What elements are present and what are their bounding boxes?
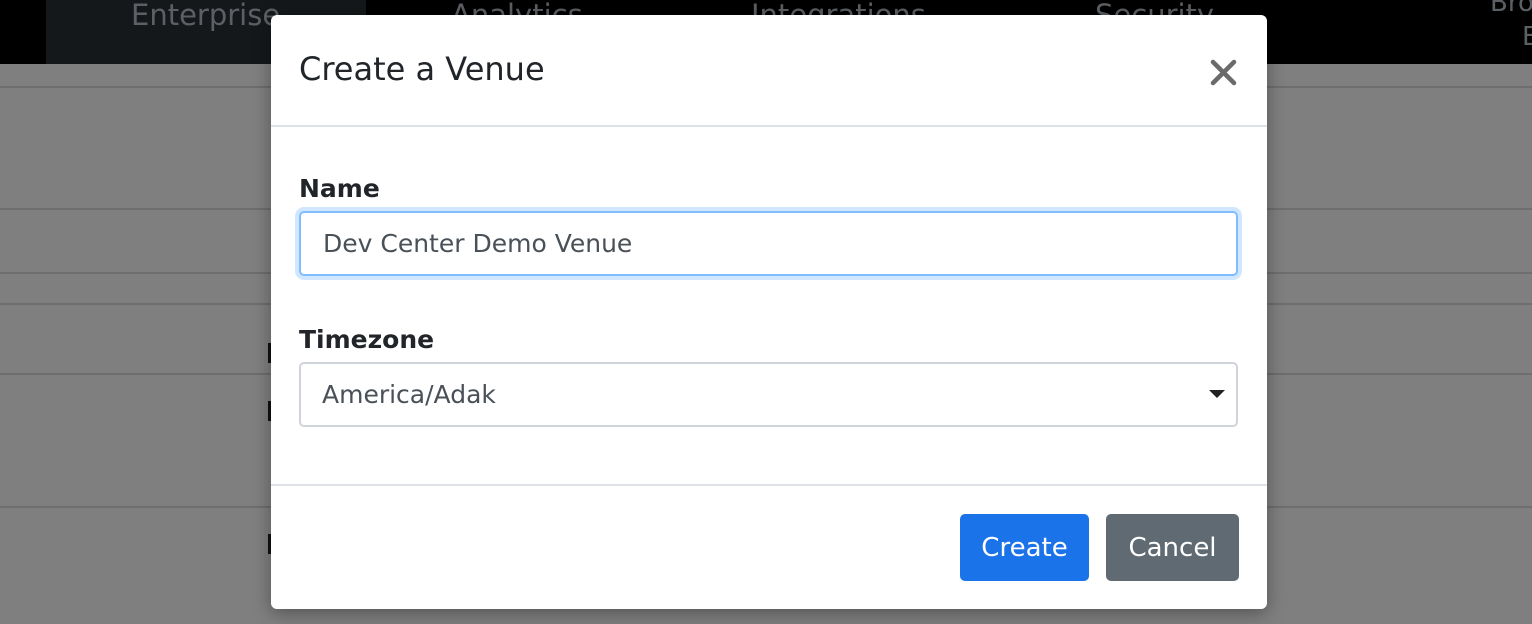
timezone-label: Timezone xyxy=(299,325,435,354)
timezone-selected-value: America/Adak xyxy=(322,380,496,409)
create-button[interactable]: Create xyxy=(960,514,1089,581)
chevron-down-icon xyxy=(1209,390,1225,398)
timezone-select[interactable]: America/Adak xyxy=(299,362,1238,427)
venue-name-input[interactable] xyxy=(299,211,1238,276)
modal-body: Name Timezone America/Adak xyxy=(271,127,1267,484)
cancel-button[interactable]: Cancel xyxy=(1106,514,1239,581)
modal-title: Create a Venue xyxy=(299,50,545,88)
close-icon xyxy=(1210,59,1237,86)
create-venue-modal: Create a Venue Name Timezone America/Ada… xyxy=(271,15,1267,609)
name-label: Name xyxy=(299,174,380,203)
modal-header: Create a Venue xyxy=(271,15,1267,127)
close-button[interactable] xyxy=(1204,53,1244,93)
modal-footer: Create Cancel xyxy=(271,484,1267,609)
